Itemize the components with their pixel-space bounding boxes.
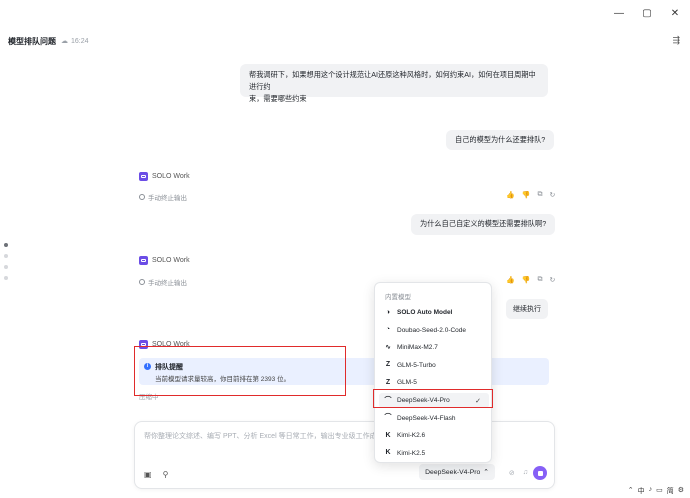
agent-name: SOLO Work (152, 173, 190, 180)
gear-icon[interactable]: ⚙ (678, 486, 684, 496)
model-option[interactable]: K Kimi-K2.5 (379, 446, 489, 461)
user-message: 帮我调研下，如果想用这个设计规范让AI还原这种风格时，如何约束AI，如何在项目周… (240, 64, 548, 103)
model-selector[interactable]: DeepSeek-V4-Pro ⌃ (419, 464, 495, 480)
maximize-button[interactable]: ▢ (640, 8, 654, 19)
thumbs-up-icon[interactable]: 👍 (506, 276, 515, 284)
model-dropdown: 内置模型 ◑ SOLO Auto Model ◔ Doubao-Seed-2.0-Co… (374, 282, 492, 463)
model-option-label: GLM-5-Turbo (397, 361, 436, 369)
chevron-up-icon: ⌃ (483, 469, 489, 476)
glm-icon: Z (385, 361, 391, 369)
model-option[interactable]: ∿ MiniMax-M2.7 (379, 340, 489, 355)
model-option-label: SOLO Auto Model (397, 309, 453, 316)
stopped-text: 手动终止输出 (148, 195, 187, 202)
stop-square-icon (537, 470, 543, 476)
solo-logo-icon (139, 172, 148, 181)
message-actions: 👍 👎 ⧉ ↻ (506, 191, 555, 199)
agent-label: SOLO Work (139, 172, 190, 181)
dropdown-section-header: 内置模型 (385, 294, 411, 301)
stop-icon (139, 279, 145, 285)
stopped-text: 手动终止输出 (148, 280, 187, 287)
message-line: 帮我调研下，如果想用这个设计规范让AI还原这种风格时，如何约束AI，如何在项目周… (249, 70, 536, 91)
minimax-icon: ∿ (385, 343, 391, 351)
highlight-box (134, 346, 346, 396)
audio-icon[interactable]: ♪ (649, 486, 653, 496)
deepseek-icon: ⌒ (384, 414, 392, 422)
display-icon[interactable]: ▭ (656, 486, 663, 496)
retry-icon[interactable]: ↻ (549, 276, 555, 284)
message-text: 自己的模型为什么还要排队? (455, 135, 546, 144)
nav-dot[interactable] (4, 243, 8, 247)
nav-dot[interactable] (4, 254, 8, 258)
stopped-status: 手动终止输出 (139, 277, 187, 287)
composer-tools: ▣ ⚲ (144, 470, 168, 479)
thumbs-up-icon[interactable]: 👍 (506, 191, 515, 199)
solo-logo-icon (139, 256, 148, 265)
continue-button[interactable]: 继续执行 (506, 299, 548, 319)
model-option-label: Doubao-Seed-2.0-Code (397, 326, 467, 334)
model-option-label: GLM-5 (397, 379, 417, 387)
close-button[interactable]: ✕ (668, 8, 682, 19)
stop-icon (139, 194, 145, 200)
image-icon[interactable]: ▣ (144, 470, 152, 479)
message-text: 为什么自己自定义的模型还需要排队啊? (420, 219, 547, 228)
settings-icon[interactable]: ⊘ (509, 469, 515, 477)
kimi-icon: K (385, 431, 391, 439)
model-option[interactable]: ⌒ DeepSeek-V4-Flash (379, 411, 489, 426)
chat-time: 16:24 (71, 37, 89, 45)
model-selector-label: DeepSeek-V4-Pro (425, 468, 481, 476)
message-line: 束，需要哪些约束 (249, 94, 307, 103)
model-option[interactable]: ◔ Doubao-Seed-2.0-Code (379, 323, 489, 338)
cloud-icon: ☁ (61, 38, 68, 45)
thumbs-down-icon[interactable]: 👎 (522, 191, 531, 199)
nav-dot[interactable] (4, 265, 8, 269)
model-option-label: DeepSeek-V4-Flash (397, 414, 456, 422)
model-option-label: Kimi-K2.5 (397, 449, 426, 457)
copy-icon[interactable]: ⧉ (537, 276, 542, 284)
chat-title[interactable]: 模型排队问题 (8, 36, 56, 47)
doubao-icon: ◔ (385, 326, 391, 334)
minimize-button[interactable]: — (612, 8, 626, 19)
retry-icon[interactable]: ↻ (549, 191, 555, 199)
model-option[interactable]: ◑ SOLO Auto Model (379, 305, 489, 320)
composer-extra-actions: ⊘ ♫ (509, 469, 528, 477)
chat-header: 模型排队问题 ☁ 16:24 ⇶ (0, 32, 690, 50)
attachment-icon[interactable]: ⚲ (163, 470, 169, 479)
agent-name: SOLO Work (152, 257, 190, 264)
composer-input[interactable]: 帮你整理论文综述、编写 PPT、分析 Excel 等日常工作，输出专业级工作成果… (144, 431, 391, 441)
stopped-status: 手动终止输出 (139, 192, 187, 202)
ime-indicator[interactable]: 中 (638, 486, 645, 496)
highlight-box (373, 389, 493, 408)
model-option-label: MiniMax-M2.7 (397, 344, 438, 352)
copy-icon[interactable]: ⧉ (537, 191, 542, 199)
panel-toggle-icon[interactable]: ⇶ (672, 35, 680, 46)
model-option[interactable]: Z GLM-5-Turbo (379, 358, 489, 373)
message-actions: 👍 👎 ⧉ ↻ (506, 276, 555, 284)
app-window: — ▢ ✕ 模型排队问题 ☁ 16:24 ⇶ 帮我调研下，如果想用这个设计规范让… (0, 0, 690, 498)
bell-icon[interactable]: ♫ (523, 469, 528, 477)
send-button[interactable] (533, 466, 547, 480)
sync-status: ☁ 16:24 (61, 37, 89, 46)
kimi-icon: K (385, 449, 391, 457)
agent-label: SOLO Work (139, 256, 190, 265)
scroll-navigator[interactable] (4, 243, 8, 280)
simplified-indicator[interactable]: 简 (667, 486, 674, 496)
thumbs-down-icon[interactable]: 👎 (522, 276, 531, 284)
model-option[interactable]: K Kimi-K2.6 (379, 428, 489, 443)
system-tray: ⌃ 中 ♪ ▭ 简 ⚙ (628, 486, 684, 496)
tray-chevron-icon[interactable]: ⌃ (628, 486, 634, 496)
glm-icon: Z (385, 378, 391, 386)
window-controls: — ▢ ✕ (612, 8, 682, 19)
model-option-label: Kimi-K2.6 (397, 432, 426, 440)
user-message: 自己的模型为什么还要排队? (446, 130, 555, 150)
solo-auto-icon: ◑ (385, 308, 391, 316)
user-message: 为什么自己自定义的模型还需要排队啊? (411, 214, 556, 235)
nav-dot[interactable] (4, 276, 8, 280)
